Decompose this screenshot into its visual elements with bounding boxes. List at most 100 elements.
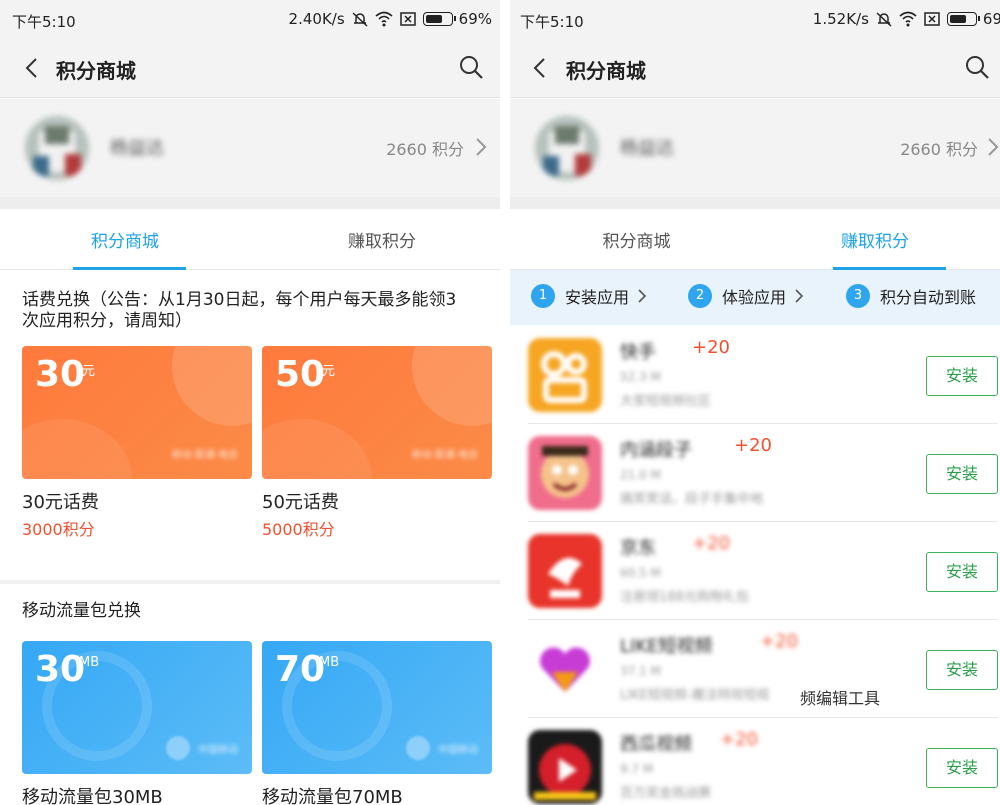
- step-label: 积分自动到账: [880, 288, 977, 307]
- phone-section-title-line2: 次应用积分，请周知）: [22, 311, 192, 331]
- card-decoration: [262, 419, 372, 479]
- phone-card-30[interactable]: 30 元 移动·联通·电信: [22, 346, 252, 479]
- card-amount: 30: [35, 649, 86, 690]
- steps-bar: 1 安装应用 2 体验应用 3 积分自动到账: [510, 270, 1000, 325]
- kuaishou-app-icon: [528, 338, 602, 412]
- card-decoration: [22, 419, 132, 479]
- back-icon[interactable]: [528, 56, 552, 80]
- app-row-jd[interactable]: 京东 +20 60.5 M 注册领188元购物礼包 安装: [528, 522, 998, 620]
- app-description: 百万奖金挑战赛: [620, 786, 712, 801]
- app-description: 大家短视频社区: [620, 394, 712, 409]
- step-number: 3: [846, 284, 870, 308]
- app-name: 西瓜视频: [620, 734, 692, 755]
- points-balance: 2660 积分: [900, 140, 978, 159]
- tab-bar: 积分商城 赚取积分: [0, 209, 500, 270]
- page-title: 积分商城: [566, 59, 646, 83]
- wifi-icon: [899, 11, 917, 27]
- china-mobile-logo: [406, 736, 430, 760]
- install-button[interactable]: 安装: [926, 748, 998, 788]
- app-row-neihan[interactable]: 内涵段子 +20 21.0 M 搞笑笑话，段子手集中地 安装: [528, 424, 998, 522]
- app-row-like[interactable]: LIKE短视频 +20 37.1 M LIKE短视频-魔法特效短视 频编辑工具 …: [528, 620, 998, 718]
- username: 杨益达: [620, 138, 674, 159]
- phone-section-title-line1: 话费兑换（公告：从1月30日起，每个用户每天最多能领3: [22, 290, 457, 310]
- data-card-70mb[interactable]: 70 MB 中国移动: [262, 641, 492, 774]
- status-time: 下午5:10: [520, 13, 584, 31]
- tab-indicator: [73, 267, 186, 270]
- app-bonus: +20: [692, 337, 730, 358]
- phone-item-name[interactable]: 30元话费: [22, 488, 99, 514]
- install-button[interactable]: 安装: [926, 552, 998, 592]
- back-icon[interactable]: [20, 56, 44, 80]
- app-row-xigua[interactable]: 西瓜视频 +20 9.7 M 百万奖金挑战赛 安装: [528, 718, 998, 805]
- app-header: 积分商城: [510, 40, 1000, 98]
- card-carriers: 移动·联通·电信: [171, 450, 238, 461]
- card-amount: 70: [275, 649, 326, 690]
- battery-percent: 69%: [458, 10, 492, 28]
- no-sim-icon: [924, 12, 940, 26]
- step-experience: 2 体验应用: [688, 284, 804, 308]
- app-size: 37.1 M: [620, 664, 661, 678]
- mute-bell-icon: [876, 12, 892, 27]
- chevron-right-icon: [476, 138, 487, 156]
- install-button[interactable]: 安装: [926, 454, 998, 494]
- divider: [0, 197, 500, 209]
- tab-earn-points[interactable]: 赚取积分: [257, 227, 500, 252]
- tab-bar: 积分商城 赚取积分: [510, 209, 1000, 270]
- app-size: 21.0 M: [620, 468, 661, 482]
- app-description: LIKE短视频-魔法特效短视: [620, 688, 770, 703]
- data-item-name[interactable]: 移动流量包70MB: [262, 783, 403, 805]
- tab-earn-points[interactable]: 赚取积分: [750, 227, 1000, 252]
- battery-percent: 69: [982, 10, 1000, 28]
- battery-icon: [422, 12, 456, 26]
- app-description-tail: 频编辑工具: [800, 689, 881, 708]
- app-row-kuaishou[interactable]: 快手 +20 52.3 M 大家短视频社区 安装: [528, 326, 998, 424]
- data-item-name[interactable]: 移动流量包30MB: [22, 783, 163, 805]
- phone-section-title: 话费兑换（公告：从1月30日起，每个用户每天最多能领3 次应用积分，请周知）: [22, 290, 456, 332]
- avatar: [25, 116, 89, 180]
- app-bonus: +20: [734, 435, 772, 456]
- tab-points-mall[interactable]: 积分商城: [510, 227, 763, 252]
- app-description: 搞笑笑话，段子手集中地: [620, 492, 764, 507]
- app-name: LIKE短视频: [620, 636, 713, 657]
- like-app-icon: [528, 632, 602, 706]
- phone-card-50[interactable]: 50 元 移动·联通·电信: [262, 346, 492, 479]
- card-amount: 50: [275, 354, 326, 395]
- step-label: 安装应用: [565, 288, 630, 307]
- screen-divider: [500, 0, 510, 805]
- card-operator: 中国移动: [438, 745, 478, 756]
- avatar: [535, 116, 599, 180]
- phone-item-name[interactable]: 50元话费: [262, 488, 339, 514]
- tab-points-mall[interactable]: 积分商城: [0, 227, 250, 252]
- install-button[interactable]: 安装: [926, 356, 998, 396]
- install-button[interactable]: 安装: [926, 650, 998, 690]
- no-sim-icon: [399, 12, 416, 26]
- status-bar: 下午5:10 2.40K/s 69%: [0, 0, 500, 40]
- profile-bar[interactable]: 杨益达 2660 积分: [510, 99, 1000, 197]
- section-divider: [0, 580, 500, 584]
- phone-item-price: 5000积分: [262, 520, 335, 539]
- profile-bar[interactable]: 杨益达 2660 积分: [0, 99, 500, 197]
- app-name: 京东: [620, 538, 656, 559]
- phone-item-price: 3000积分: [22, 520, 95, 539]
- data-card-30mb[interactable]: 30 MB 中国移动: [22, 641, 252, 774]
- card-unit: MB: [319, 655, 340, 670]
- app-size: 60.5 M: [620, 566, 661, 580]
- card-decoration: [172, 346, 252, 426]
- battery-icon: [946, 12, 980, 26]
- app-bonus: +20: [692, 533, 730, 554]
- app-description: 注册领188元购物礼包: [620, 590, 749, 605]
- search-icon[interactable]: [458, 54, 484, 80]
- app-bonus: +20: [720, 729, 758, 750]
- chevron-right-icon: [795, 289, 804, 303]
- step-number: 1: [531, 284, 555, 308]
- china-mobile-logo: [166, 736, 190, 760]
- card-unit: MB: [79, 655, 100, 670]
- app-name: 快手: [620, 342, 656, 363]
- card-carriers: 移动·联通·电信: [411, 450, 478, 461]
- search-icon[interactable]: [964, 54, 990, 80]
- xigua-app-icon: [528, 730, 602, 804]
- status-time: 下午5:10: [12, 13, 76, 31]
- battery-fill: [949, 15, 966, 23]
- username: 杨益达: [110, 138, 164, 159]
- status-bar: 下午5:10 1.52K/s 69: [510, 0, 1000, 40]
